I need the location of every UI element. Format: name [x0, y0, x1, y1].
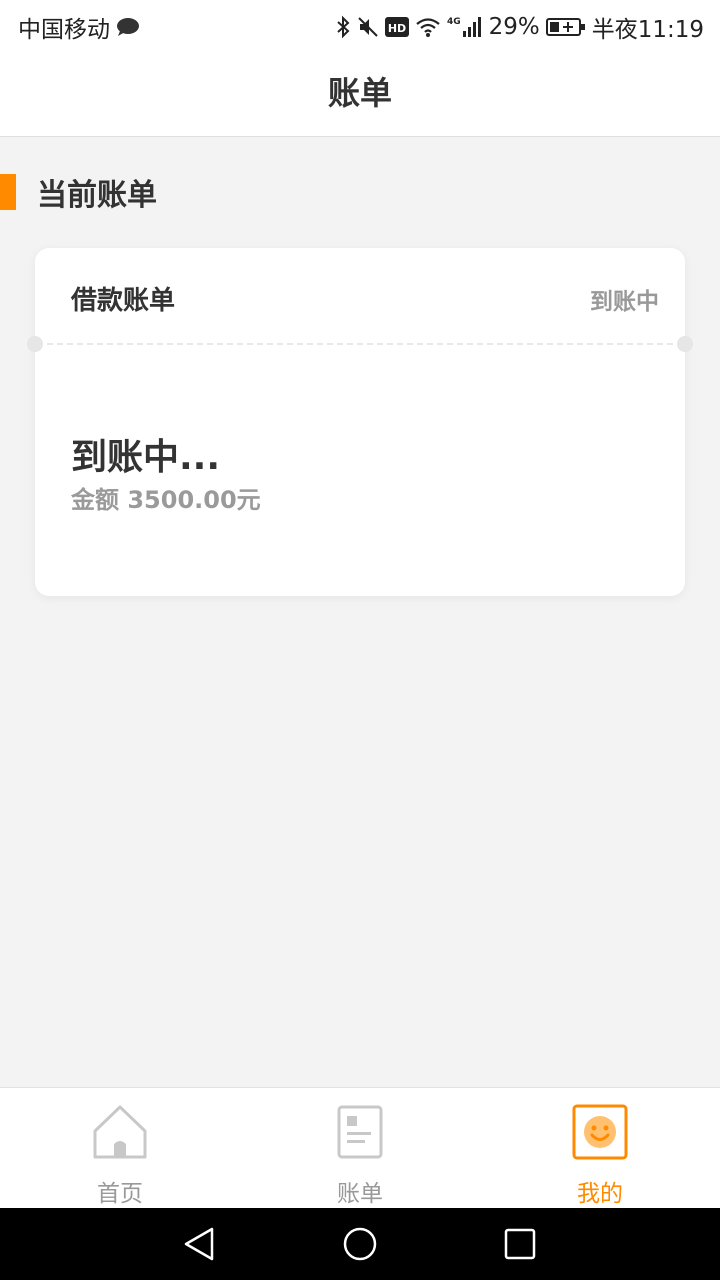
- hd-icon: HD: [384, 16, 409, 38]
- message-bubble-icon: [116, 17, 140, 37]
- clock: 半夜11:19: [591, 17, 704, 43]
- smiley-icon: [572, 1104, 628, 1160]
- section-header: 当前账单: [0, 172, 157, 213]
- screen: 中国移动 HD 4G 29% 半夜11:19 账单 当前账单 借款账单 到账中 …: [0, 0, 720, 1280]
- status-left: 中国移动: [18, 10, 140, 44]
- card-notch-right: [677, 336, 693, 352]
- section-title: 当前账单: [37, 178, 157, 213]
- bill-status-badge: 到账中: [590, 289, 659, 315]
- bluetooth-icon: [335, 15, 351, 39]
- status-bar: 中国移动 HD 4G 29% 半夜11:19: [0, 0, 720, 50]
- bill-card[interactable]: 借款账单 到账中 到账中... 金额 3500.00元: [27, 248, 693, 596]
- nav-label-mine: 我的: [577, 1181, 623, 1207]
- card-dashed-divider: [47, 343, 673, 345]
- battery-charging-icon: [545, 16, 586, 38]
- home-circle-icon[interactable]: [342, 1226, 378, 1262]
- bill-status-title: 到账中...: [71, 437, 221, 478]
- home-icon: [92, 1104, 148, 1160]
- bill-card-header: 借款账单 到账中: [35, 248, 685, 344]
- page-title: 账单: [327, 74, 392, 112]
- back-triangle-icon[interactable]: [182, 1226, 218, 1262]
- section-accent-bar: [0, 174, 16, 210]
- system-nav-bar: [0, 1208, 720, 1280]
- bottom-nav: 首页 账单 我的: [0, 1087, 720, 1209]
- title-bar: 账单: [0, 50, 720, 137]
- wifi-icon: [415, 16, 441, 38]
- carrier-label: 中国移动: [18, 17, 110, 43]
- mute-icon: [357, 16, 379, 38]
- nav-item-home[interactable]: 首页: [0, 1088, 240, 1209]
- nav-item-mine[interactable]: 我的: [480, 1088, 720, 1209]
- nav-label-home: 首页: [97, 1181, 143, 1207]
- network-type-label: 4G: [447, 17, 461, 27]
- nav-label-bills: 账单: [337, 1181, 383, 1207]
- recents-square-icon[interactable]: [502, 1226, 538, 1262]
- bill-type-label: 借款账单: [71, 286, 176, 316]
- nav-item-bills[interactable]: 账单: [240, 1088, 480, 1209]
- status-right: HD 4G 29% 半夜11:19: [335, 10, 704, 44]
- bill-icon: [332, 1104, 388, 1160]
- signal-icon: 4G: [447, 15, 483, 39]
- svg-text:HD: HD: [387, 22, 405, 35]
- card-notch-left: [27, 336, 43, 352]
- battery-percent: 29%: [488, 14, 540, 40]
- bill-amount: 金额 3500.00元: [71, 486, 261, 514]
